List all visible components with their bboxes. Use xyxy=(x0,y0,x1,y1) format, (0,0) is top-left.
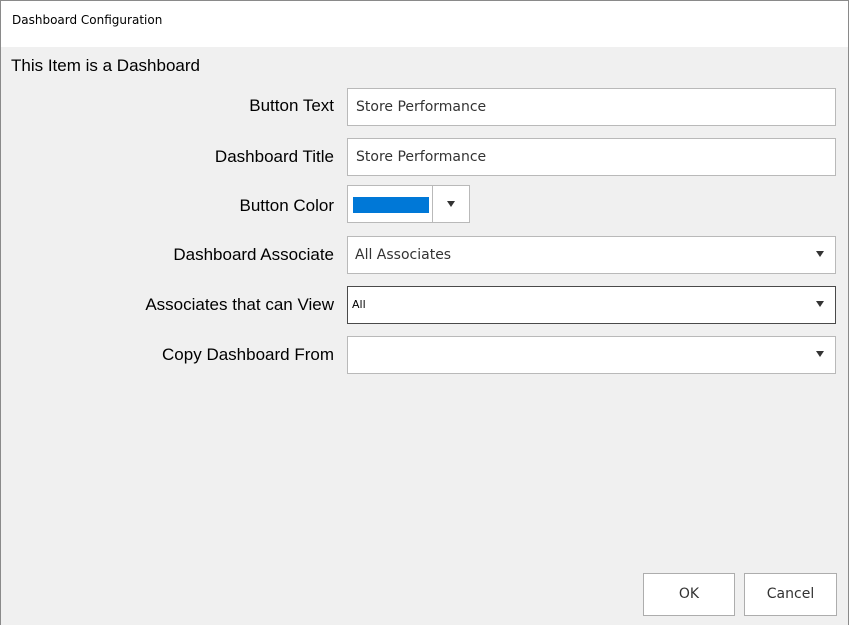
dashboard-associate-select[interactable]: All Associates xyxy=(347,236,836,274)
button-color-picker[interactable] xyxy=(347,185,470,223)
button-text-label: Button Text xyxy=(249,96,334,115)
ok-button[interactable]: OK xyxy=(643,573,735,616)
dashboard-title-label: Dashboard Title xyxy=(214,147,334,166)
button-text-input[interactable]: Store Performance xyxy=(347,88,836,126)
section-header: This Item is a Dashboard xyxy=(11,56,200,75)
color-picker-divider xyxy=(432,186,433,222)
chevron-down-icon[interactable] xyxy=(816,251,824,257)
dashboard-associate-label: Dashboard Associate xyxy=(173,245,334,264)
dashboard-configuration-dialog: Dashboard Configuration This Item is a D… xyxy=(0,0,849,625)
chevron-down-icon[interactable] xyxy=(816,351,824,357)
window-title: Dashboard Configuration xyxy=(12,13,163,27)
color-swatch xyxy=(353,197,429,213)
cancel-button[interactable]: Cancel xyxy=(744,573,837,616)
chevron-down-icon[interactable] xyxy=(447,201,455,207)
copy-dashboard-from-label: Copy Dashboard From xyxy=(162,345,334,364)
button-color-label: Button Color xyxy=(239,196,335,215)
title-bar: Dashboard Configuration xyxy=(1,1,848,47)
chevron-down-icon[interactable] xyxy=(816,301,824,307)
associates-can-view-label: Associates that can View xyxy=(145,295,334,314)
copy-dashboard-from-select[interactable] xyxy=(347,336,836,374)
associates-can-view-value: All xyxy=(352,298,366,311)
dashboard-title-input[interactable]: Store Performance xyxy=(347,138,836,176)
associates-can-view-select[interactable]: All xyxy=(347,286,836,324)
dashboard-associate-value: All Associates xyxy=(355,247,452,263)
